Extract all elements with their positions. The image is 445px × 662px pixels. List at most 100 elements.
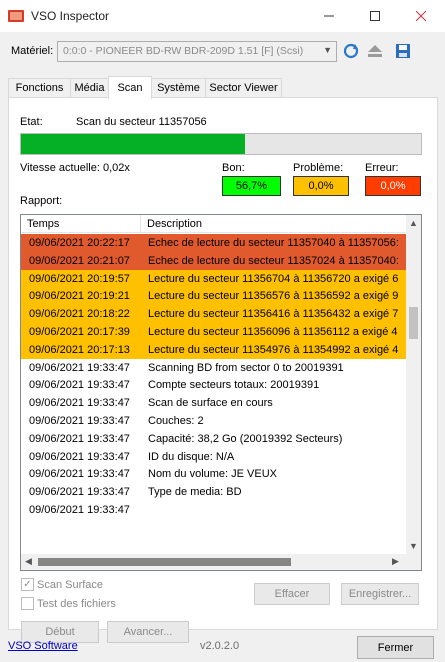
table-row[interactable]: 09/06/2021 19:33:47 Capacité: 38,2 Go (20… (21, 429, 407, 448)
eject-button[interactable] (364, 40, 386, 62)
row-description: Lecture du secteur 11356704 à 11356720 a… (148, 272, 399, 285)
enregistrer-button[interactable]: Enregistrer... (341, 583, 419, 605)
save-button[interactable] (392, 40, 414, 62)
table-row[interactable]: 09/06/2021 20:17:39 Lecture du secteur 11… (21, 322, 407, 341)
maximize-icon (370, 11, 380, 21)
tab-fonctions[interactable]: Fonctions (8, 78, 71, 98)
scroll-left-icon[interactable]: ◀ (25, 556, 32, 567)
table-row[interactable]: 09/06/2021 19:33:47 Type de media: BD (21, 483, 407, 501)
row-description: Echec de lecture du secteur 11357024 à 1… (148, 254, 399, 267)
row-time: 09/06/2021 20:19:21 (29, 290, 130, 303)
etat-value: Scan du secteur 11357056 (76, 116, 207, 128)
row-time: 09/06/2021 19:33:47 (29, 379, 130, 392)
table-row[interactable]: 09/06/2021 19:33:47 ID du disque: N/A (21, 447, 407, 466)
table-row[interactable]: 09/06/2021 20:17:13 Lecture du secteur 11… (21, 340, 407, 359)
row-description: Couches: 2 (148, 414, 204, 427)
row-time: 09/06/2021 19:33:47 (29, 432, 130, 445)
probleme-value: 0,0% (308, 180, 334, 192)
vertical-scroll-thumb[interactable] (409, 307, 418, 339)
minimize-icon (324, 15, 334, 17)
minimize-button[interactable] (306, 0, 352, 32)
tab-media[interactable]: Média (70, 78, 109, 98)
table-row[interactable]: 09/06/2021 19:33:47 Couches: 2 (21, 411, 407, 430)
erreur-label: Erreur: (365, 162, 399, 174)
test-fichiers-checkbox[interactable] (21, 597, 34, 610)
row-time: 09/06/2021 20:17:13 (29, 343, 130, 356)
vertical-scrollbar[interactable]: ▲ ▼ (406, 215, 421, 555)
column-header-temps[interactable]: Temps (21, 215, 141, 233)
row-time: 09/06/2021 19:33:47 (29, 450, 130, 463)
device-select[interactable]: 0:0:0 - PIONEER BD-RW BDR-209D 1.51 [F] … (57, 41, 337, 62)
table-row[interactable]: 09/06/2021 20:21:07 Echec de lecture du s… (21, 251, 407, 270)
close-icon (416, 11, 426, 21)
main-panel: Matériel: 0:0:0 - PIONEER BD-RW BDR-209D… (0, 32, 445, 662)
table-row[interactable]: 09/06/2021 19:33:47 Nom du volume: JE VEU… (21, 465, 407, 484)
row-time: 09/06/2021 19:33:47 (29, 468, 130, 481)
table-row[interactable]: 09/06/2021 19:33:47 Compte secteurs totau… (21, 376, 407, 395)
row-description: Lecture du secteur 11356096 à 11356112 a… (148, 325, 398, 338)
scroll-up-icon[interactable]: ▲ (409, 218, 418, 228)
row-time: 09/06/2021 19:33:47 (29, 503, 130, 516)
probleme-value-box: 0,0% (293, 176, 349, 196)
horizontal-scroll-thumb[interactable] (38, 558, 291, 566)
row-time: 09/06/2021 20:18:22 (29, 308, 130, 321)
horizontal-scrollbar[interactable]: ◀ ▶ (21, 554, 421, 570)
row-description: Capacité: 38,2 Go (20019392 Secteurs) (148, 432, 343, 445)
column-header-description[interactable]: Description (141, 215, 421, 233)
scan-surface-checkbox[interactable]: ✓ (21, 578, 34, 591)
row-time: 09/06/2021 20:17:39 (29, 325, 130, 338)
table-row[interactable]: 09/06/2021 20:19:57 Lecture du secteur 11… (21, 269, 407, 288)
vso-software-link[interactable]: VSO Software (8, 640, 78, 652)
row-description: Scanning BD from sector 0 to 20019391 (148, 361, 344, 374)
table-row[interactable]: 09/06/2021 19:33:47 Scan de surface en co… (21, 394, 407, 412)
device-select-value: 0:0:0 - PIONEER BD-RW BDR-209D 1.51 [F] … (63, 45, 304, 57)
chevron-down-icon: ▼ (323, 45, 332, 55)
avancer-button[interactable]: Avancer... (107, 621, 189, 643)
bon-value: 56,7% (235, 180, 268, 192)
tab-systeme[interactable]: Système (151, 78, 206, 98)
scroll-right-icon[interactable]: ▶ (392, 556, 399, 567)
title-bar: VSO Inspector (0, 0, 445, 32)
row-description: ID du disque: N/A (148, 450, 235, 463)
row-description: Type de media: BD (148, 486, 242, 499)
scan-progress-bar (20, 133, 422, 155)
fermer-button[interactable]: Fermer (357, 636, 434, 659)
maximize-button[interactable] (352, 0, 398, 32)
row-time: 09/06/2021 19:33:47 (29, 397, 130, 410)
close-window-button[interactable] (398, 0, 444, 32)
table-row[interactable]: 09/06/2021 19:33:47 (21, 500, 407, 519)
row-description: Scan de surface en cours (148, 397, 273, 410)
window-title: VSO Inspector (31, 9, 110, 23)
vso-app-icon (8, 10, 24, 22)
tab-sector-viewer[interactable]: Sector Viewer (205, 78, 282, 98)
row-time: 09/06/2021 19:33:47 (29, 361, 130, 374)
report-list[interactable]: Temps Description 09/06/2021 20:22:17 Ech… (20, 214, 422, 571)
report-rows: 09/06/2021 20:22:17 Echec de lecture du s… (21, 234, 407, 554)
row-time: 09/06/2021 20:22:17 (29, 237, 130, 249)
erreur-value-box: 0,0% (365, 176, 421, 196)
refresh-button[interactable] (340, 40, 362, 62)
version-label: v2.0.2.0 (200, 640, 240, 652)
bon-value-box: 56,7% (222, 176, 281, 196)
speed-label: Vitesse actuelle: 0,02x (20, 162, 130, 174)
tab-scan[interactable]: Scan (108, 76, 152, 99)
table-row[interactable]: 09/06/2021 19:33:47 Scanning BD from sect… (21, 358, 407, 377)
eject-icon (368, 45, 382, 57)
rapport-label: Rapport: (20, 195, 63, 207)
effacer-button[interactable]: Effacer (254, 583, 330, 605)
table-row[interactable]: 09/06/2021 20:19:21 Lecture du secteur 11… (21, 287, 407, 306)
scan-surface-label: Scan Surface (37, 579, 104, 591)
row-description: Lecture du secteur 11354976 à 11354992 a… (148, 343, 399, 356)
row-time: 09/06/2021 20:19:57 (29, 272, 130, 285)
report-list-header: Temps Description (21, 215, 421, 233)
etat-label: Etat: (20, 116, 43, 128)
table-row[interactable]: 09/06/2021 20:18:22 Lecture du secteur 11… (21, 305, 407, 323)
bon-label: Bon: (222, 162, 245, 174)
device-label: Matériel: (11, 45, 54, 57)
row-time: 09/06/2021 19:33:47 (29, 486, 130, 499)
table-row[interactable]: 09/06/2021 20:22:17 Echec de lecture du s… (21, 234, 407, 252)
probleme-label: Problème: (293, 162, 344, 174)
row-description: Lecture du secteur 11356576 à 11356592 a… (148, 290, 399, 303)
scroll-down-icon[interactable]: ▼ (409, 541, 418, 551)
row-description: Compte secteurs totaux: 20019391 (148, 379, 320, 392)
